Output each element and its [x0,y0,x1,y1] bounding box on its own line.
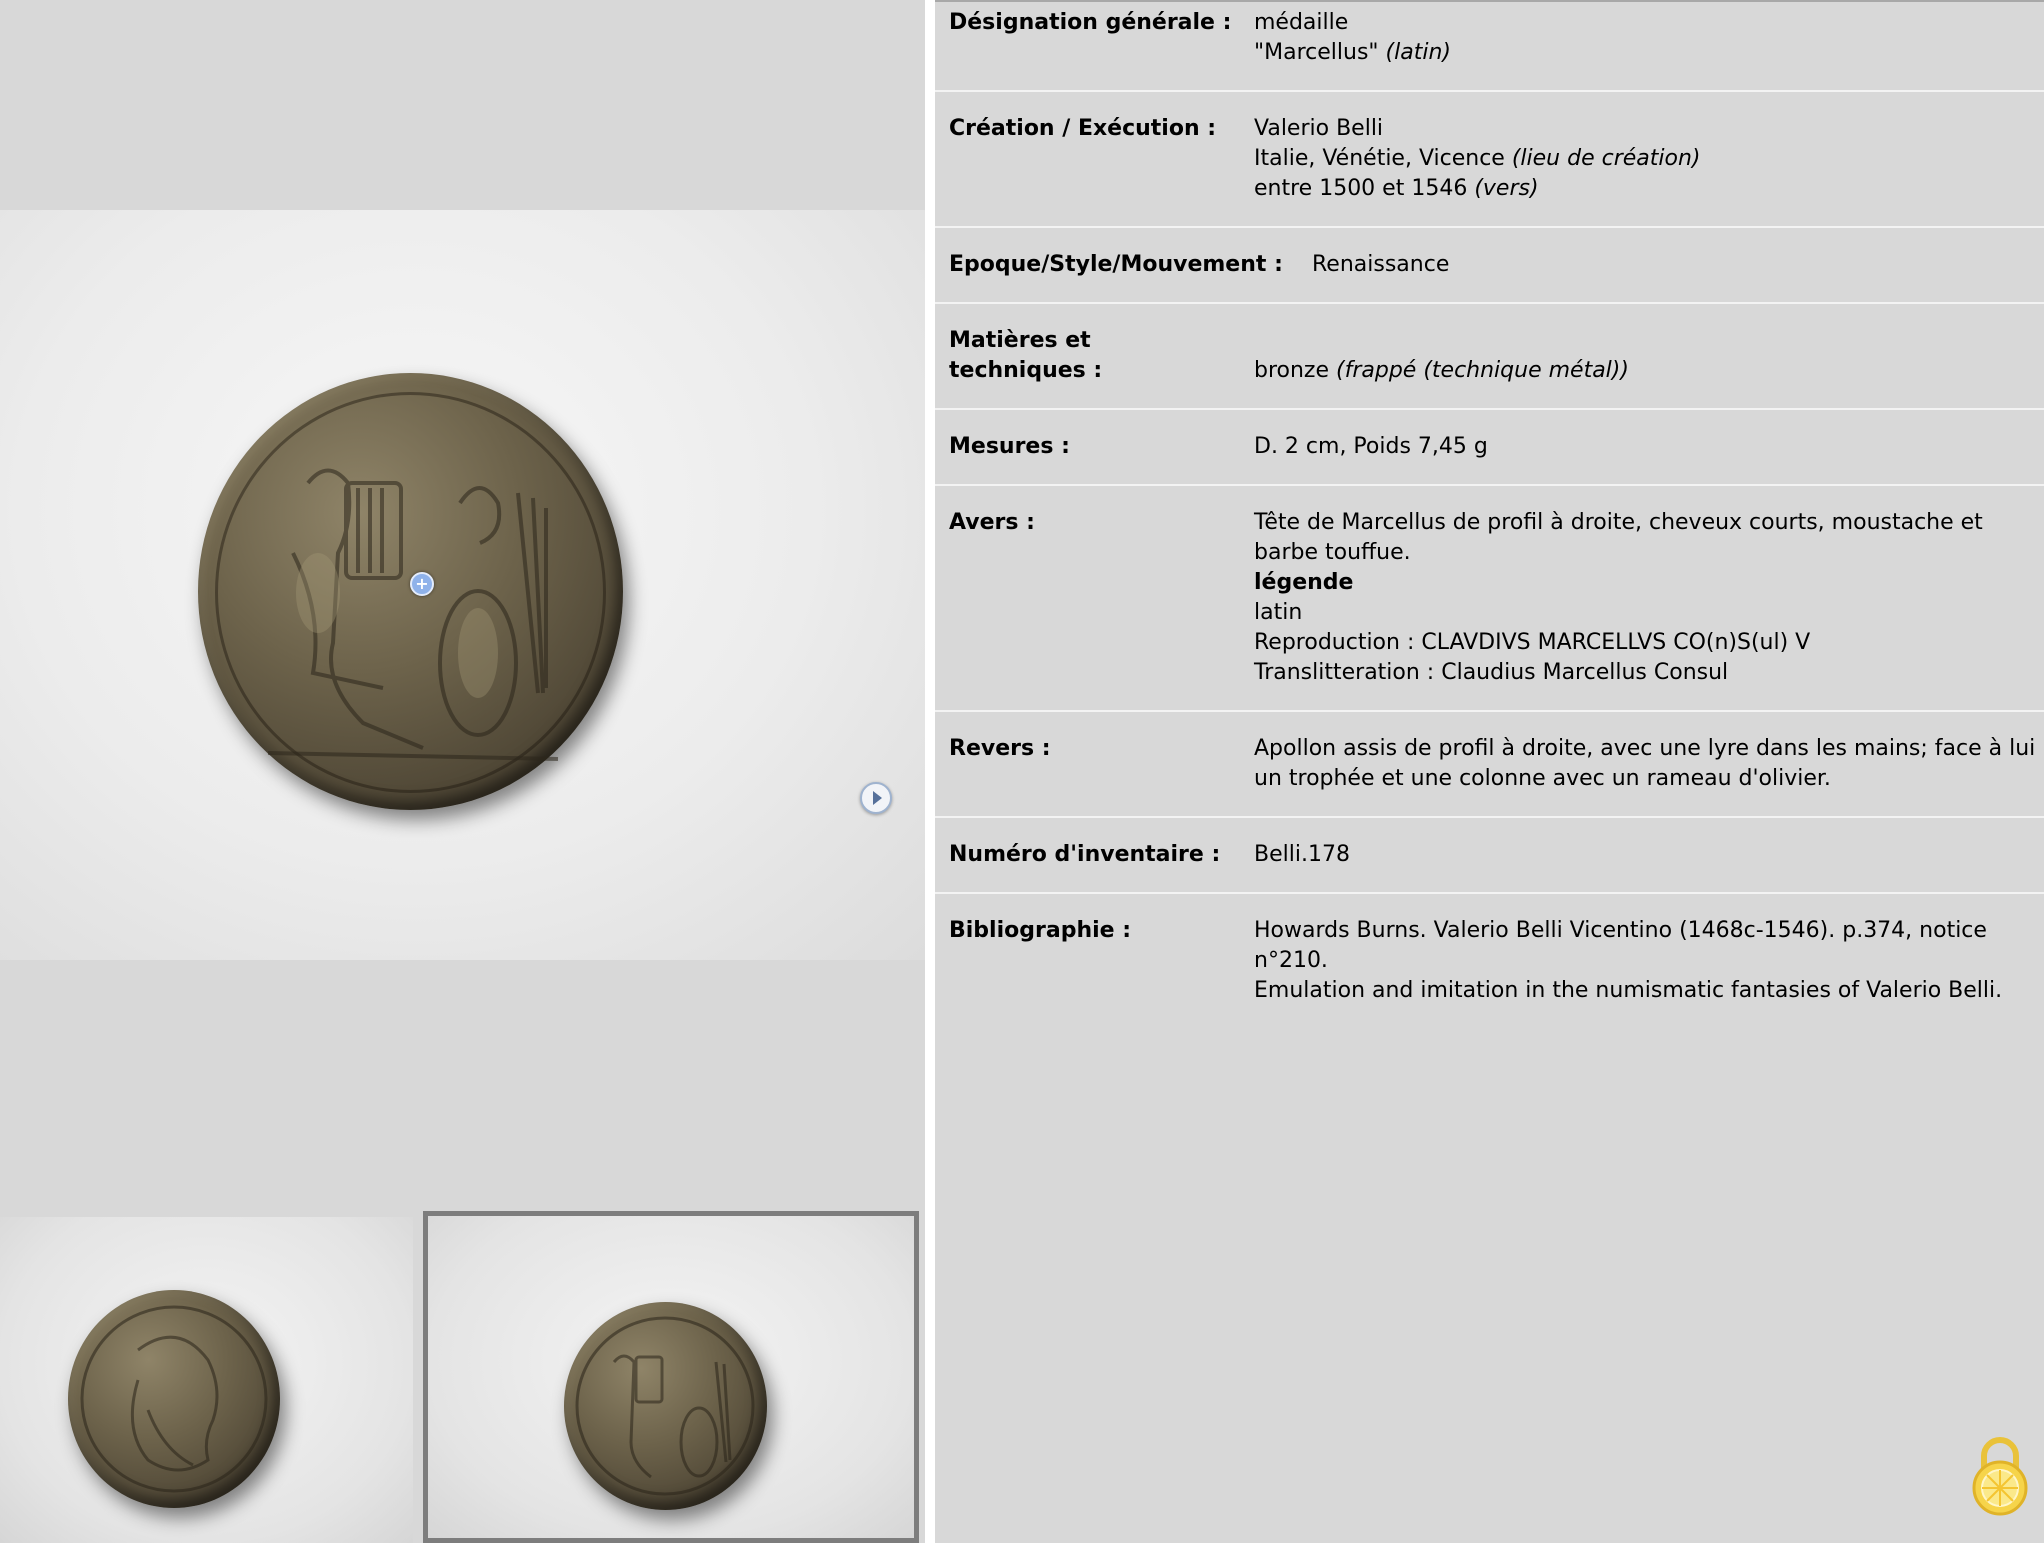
inventaire-label: Numéro d'inventaire : [949,842,1221,867]
epoque-value: Renaissance [1312,252,1450,277]
avers-legend-title: légende [1254,570,1354,595]
row-mesures: Mesures : D. 2 cm, Poids 7,45 g [935,410,2044,486]
creation-date: entre 1500 et 1546 (vers) [1254,176,1539,201]
designation-label: Désignation générale : [949,10,1232,35]
row-creation: Création / Exécution : Valerio Belli Ita… [935,92,2044,228]
revers-label: Revers : [949,736,1051,761]
creation-artist: Valerio Belli [1254,116,1384,141]
media-panel: + [0,0,925,1543]
creation-label: Création / Exécution : [949,116,1217,141]
row-bibliographie: Bibliographie : Howards Burns. Valerio B… [935,894,2044,1024]
bibliographie-value: Howards Burns. Valerio Belli Vicentino (… [1254,918,2003,1003]
revers-value: Apollon assis de profil à droite, avec u… [1254,736,2036,791]
designation-value: médaille "Marcellus" (latin) [1254,8,2044,68]
mesures-label: Mesures : [949,434,1070,459]
creation-place: Italie, Vénétie, Vicence (lieu de créati… [1254,146,1701,171]
designation-line1: médaille [1254,10,1349,35]
row-designation: Désignation générale : médaille "Marcell… [935,0,2044,92]
next-arrow-icon[interactable] [860,782,892,814]
column-divider [925,0,935,1543]
row-revers: Revers : Apollon assis de profil à droit… [935,712,2044,818]
row-matieres: Matières et techniques : bronze (frappé … [935,304,2044,410]
avers-value: Tête de Marcellus de profil à droite, ch… [1254,508,2044,688]
zoom-marker-icon[interactable]: + [410,572,434,596]
row-avers: Avers : Tête de Marcellus de profil à dr… [935,486,2044,712]
designation-line2: "Marcellus" (latin) [1254,40,1451,65]
coin-head-relief [80,1305,268,1493]
inventaire-value: Belli.178 [1254,842,1350,867]
epoque-label: Epoque/Style/Mouvement : [949,252,1283,277]
row-epoque: Epoque/Style/Mouvement : Renaissance [935,228,2044,304]
thumbnail-obverse[interactable] [0,1217,413,1543]
creation-value: Valerio Belli Italie, Vénétie, Vicence (… [1254,114,2044,204]
main-photo[interactable]: + [0,210,925,960]
thumbnail-reverse-selected[interactable] [423,1211,919,1543]
row-inventaire: Numéro d'inventaire : Belli.178 [935,818,2044,894]
mesures-value: D. 2 cm, Poids 7,45 g [1254,434,1488,459]
lemon-lock-icon[interactable] [1970,1432,2030,1516]
matieres-label: Matières et techniques : [949,328,1103,383]
bibliographie-label: Bibliographie : [949,918,1132,943]
matieres-value: bronze (frappé (technique métal)) [1254,358,1629,383]
coin-reverse-relief [575,1316,755,1496]
coin-relief [267,468,559,761]
avers-label: Avers : [949,510,1035,535]
